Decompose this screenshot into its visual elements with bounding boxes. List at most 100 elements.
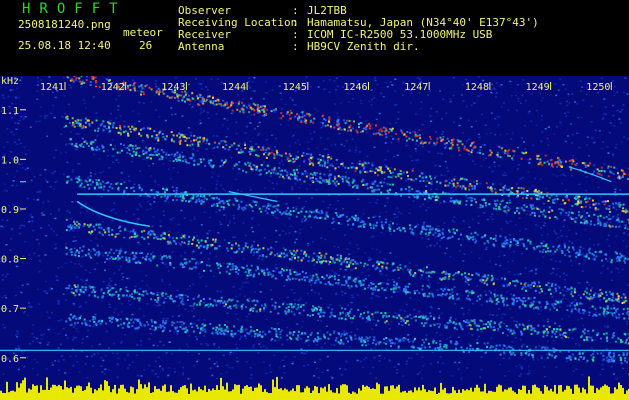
noise-speckle — [100, 365, 103, 367]
signal-trace-point — [619, 256, 622, 259]
noise-speckle — [193, 323, 196, 325]
noise-speckle — [514, 337, 517, 339]
noise-speckle — [87, 329, 90, 332]
signal-trace-point — [291, 256, 294, 259]
noise-speckle — [149, 207, 152, 210]
noise-speckle — [138, 120, 141, 123]
noise-speckle — [412, 200, 415, 202]
noise-speckle — [407, 357, 410, 359]
signal-trace-point — [347, 167, 350, 170]
signal-trace-point — [605, 207, 608, 210]
noise-speckle — [275, 169, 278, 172]
signal-trace-point — [600, 259, 603, 262]
signal-trace-point — [96, 146, 99, 149]
signal-trace-point — [455, 186, 458, 189]
signal-trace-point — [101, 146, 104, 149]
signal-trace-point — [80, 182, 83, 185]
noise-speckle — [532, 185, 535, 187]
noise-speckle — [6, 173, 9, 175]
noise-speckle — [51, 172, 54, 175]
signal-trace-point — [368, 259, 371, 262]
signal-trace-point — [188, 137, 191, 139]
noise-speckle — [272, 188, 275, 190]
noise-speckle — [72, 240, 75, 243]
noise-speckle — [133, 183, 136, 186]
signal-trace-point — [144, 151, 147, 154]
noise-speckle — [291, 188, 294, 190]
noise-speckle — [567, 135, 570, 137]
signal-trace-point — [196, 141, 199, 144]
signal-trace-point — [420, 140, 423, 143]
signal-trace-point — [570, 168, 573, 171]
noise-speckle — [370, 348, 372, 350]
signal-trace-point — [231, 109, 234, 112]
signal-trace-point — [69, 79, 72, 82]
noise-speckle — [136, 208, 139, 211]
signal-trace-point — [280, 117, 283, 120]
signal-trace-point — [585, 255, 587, 258]
signal-trace-point — [483, 242, 486, 245]
signal-trace-point — [78, 178, 81, 181]
signal-trace-point — [160, 195, 163, 198]
noise-speckle — [36, 374, 39, 376]
noise-speckle — [371, 247, 374, 250]
noise-speckle — [543, 366, 546, 368]
signal-trace-point — [456, 182, 459, 184]
signal-trace-point — [235, 242, 238, 245]
noise-speckle — [542, 256, 545, 258]
noise-speckle — [339, 367, 341, 370]
noise-speckle — [384, 142, 387, 144]
signal-trace-point — [306, 112, 309, 115]
noise-speckle — [6, 128, 9, 130]
noise-speckle — [226, 312, 229, 314]
noise-speckle — [344, 234, 347, 236]
noise-speckle — [516, 84, 519, 86]
noise-speckle — [584, 216, 587, 218]
signal-trace-point — [131, 145, 134, 147]
signal-trace-point — [77, 122, 80, 125]
noise-speckle — [40, 334, 43, 336]
signal-trace-point — [221, 163, 224, 166]
signal-trace-point — [300, 210, 303, 213]
noise-speckle — [60, 152, 63, 154]
signal-trace-point — [610, 165, 613, 168]
signal-trace-point — [507, 149, 510, 152]
signal-trace-point — [548, 206, 551, 209]
signal-trace-point — [338, 123, 341, 126]
signal-trace-point — [333, 175, 336, 178]
noise-speckle — [169, 157, 172, 160]
noise-speckle — [359, 116, 362, 119]
signal-trace-point — [362, 178, 365, 181]
signal-trace-point — [475, 179, 478, 182]
signal-trace-point — [305, 210, 308, 213]
signal-trace-point — [252, 200, 255, 203]
signal-trace-point — [375, 224, 378, 227]
signal-trace-point — [355, 217, 357, 220]
noise-speckle — [249, 122, 252, 124]
noise-speckle — [16, 170, 18, 172]
noise-speckle — [490, 216, 493, 218]
signal-trace-point — [302, 257, 305, 260]
noise-speckle — [280, 377, 283, 379]
signal-trace-point — [597, 215, 600, 218]
noise-speckle — [559, 78, 562, 80]
signal-trace-point — [423, 141, 426, 144]
signal-trace-point — [625, 208, 628, 211]
noise-speckle — [278, 234, 281, 236]
noise-speckle — [367, 268, 370, 271]
noise-speckle — [122, 276, 125, 278]
noise-speckle — [497, 124, 500, 126]
noise-speckle — [530, 298, 532, 301]
noise-speckle — [99, 323, 102, 325]
noise-speckle — [609, 360, 612, 363]
noise-speckle — [110, 209, 113, 212]
noise-speckle — [510, 138, 513, 140]
noise-speckle — [272, 248, 275, 250]
noise-speckle — [226, 262, 229, 265]
signal-trace-point — [607, 165, 610, 168]
signal-trace-point — [216, 146, 219, 149]
noise-speckle — [160, 311, 163, 314]
noise-speckle — [172, 217, 175, 219]
noise-speckle — [553, 133, 556, 135]
noise-speckle — [299, 253, 302, 255]
